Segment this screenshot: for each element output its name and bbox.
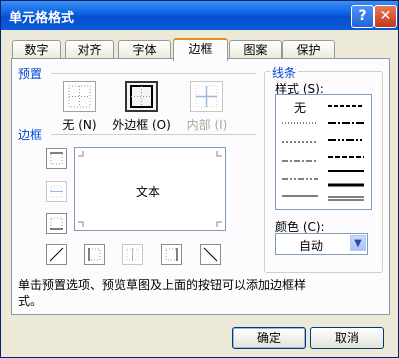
preset-outline-button[interactable] [125, 81, 158, 112]
border-top-button[interactable] [46, 148, 67, 169]
format-cells-dialog: 单元格格式 ? ✕ 数字 对齐 字体 边框 图案 保护 预置 无 (N) 外边框… [0, 0, 399, 358]
border-inside-horizontal-button[interactable] [46, 181, 67, 202]
border-right-button[interactable] [161, 244, 182, 265]
preset-inside-icon [195, 85, 218, 108]
presets-label: 预置 [18, 67, 43, 81]
color-value: 自动 [298, 239, 323, 253]
border-right-icon [165, 248, 178, 261]
color-select[interactable]: 自动 ▼ [275, 233, 368, 255]
ok-button[interactable]: 确定 [232, 327, 306, 349]
tab-alignment[interactable]: 对齐 [65, 40, 114, 59]
preview-corner-marks [78, 151, 222, 227]
border-diagonal-down-button[interactable] [200, 244, 221, 265]
border-label: 边框 [18, 128, 43, 142]
preset-inside-button[interactable] [190, 81, 223, 112]
line-style-samples [282, 105, 364, 201]
diagonal-up-icon [49, 247, 64, 262]
tab-border[interactable]: 边框 [173, 38, 228, 61]
border-top-icon [50, 152, 63, 165]
presets-divider [51, 73, 256, 74]
border-inside-vertical-icon [126, 248, 139, 261]
border-bottom-icon [50, 217, 63, 230]
help-button[interactable]: ? [351, 5, 374, 28]
hint-text: 单击预置选项、预览草图及上面的按钮可以添加边框样式。 [18, 278, 307, 308]
cancel-button[interactable]: 取消 [310, 327, 384, 349]
preset-none-icon [68, 85, 91, 108]
border-inside-vertical-button[interactable] [122, 244, 143, 265]
preset-inside-label: 内部 (I) [186, 118, 228, 132]
border-left-icon [88, 248, 101, 261]
border-bottom-button[interactable] [46, 213, 67, 234]
line-label: 线条 [270, 64, 299, 81]
tab-number[interactable]: 数字 [12, 40, 61, 59]
preset-none-label: 无 (N) [62, 118, 97, 132]
border-left-button[interactable] [84, 244, 105, 265]
preset-outline-label: 外边框 (O) [112, 118, 171, 132]
dialog-title: 单元格格式 [9, 11, 75, 26]
border-preview[interactable]: 文本 [74, 147, 226, 231]
close-button[interactable]: ✕ [374, 5, 397, 28]
border-diagonal-up-button[interactable] [46, 244, 67, 265]
border-inside-horizontal-icon [50, 185, 63, 198]
title-bar[interactable]: 单元格格式 ? ✕ [1, 1, 398, 30]
tab-protection[interactable]: 保护 [282, 40, 335, 59]
tab-patterns[interactable]: 图案 [229, 40, 282, 59]
chevron-down-icon[interactable]: ▼ [350, 235, 366, 251]
border-divider [51, 134, 256, 135]
diagonal-down-icon [203, 247, 218, 262]
preset-none-button[interactable] [63, 81, 96, 112]
tab-font[interactable]: 字体 [118, 40, 171, 59]
preset-outline-icon [130, 85, 153, 108]
line-style-list[interactable]: 无 [275, 94, 372, 210]
